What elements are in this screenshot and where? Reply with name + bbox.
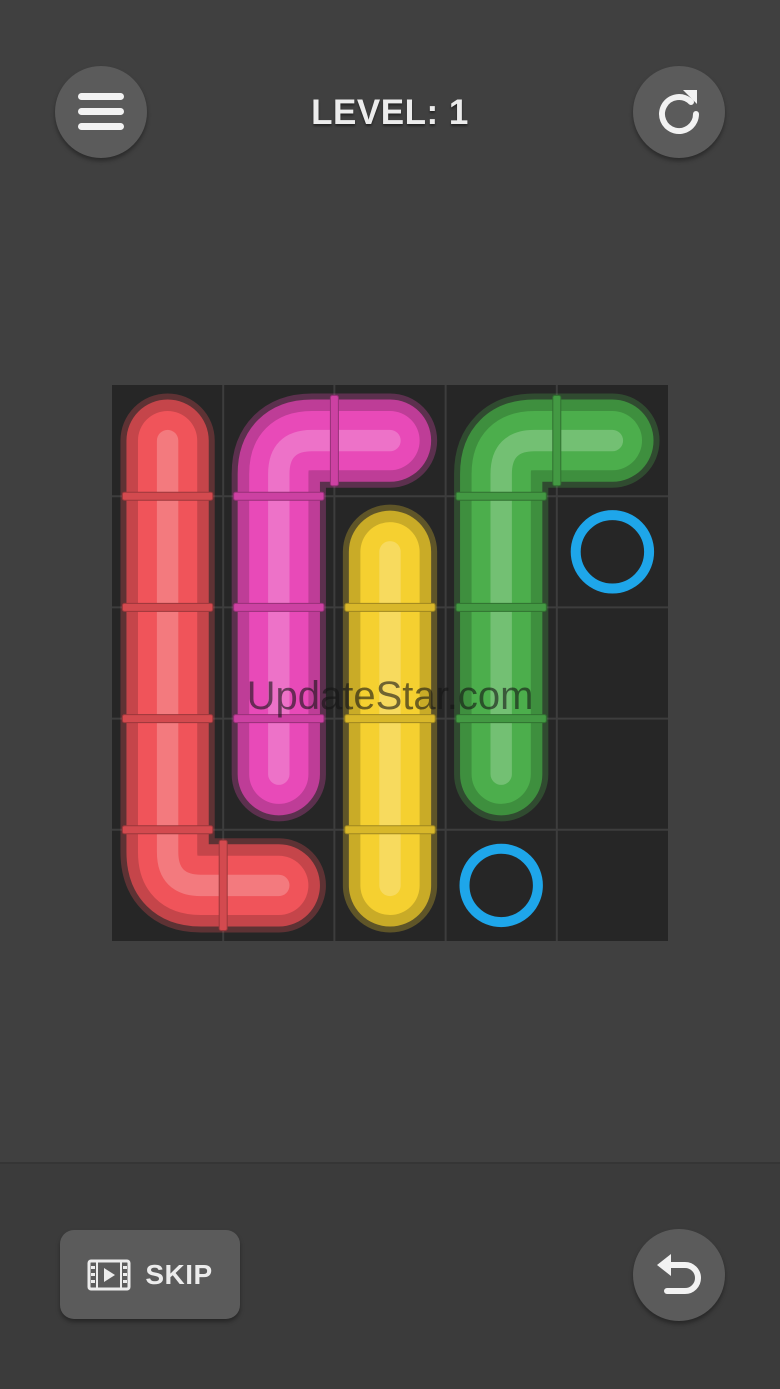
pipe-green-joint: [552, 394, 562, 487]
pipe-red-joint: [121, 714, 214, 724]
pipe-magenta-joint: [233, 491, 325, 501]
pipe-magenta-joint: [233, 714, 325, 724]
pipe-magenta-joint: [233, 602, 325, 612]
grid-cell[interactable]: [557, 607, 668, 718]
game-board[interactable]: [112, 385, 668, 941]
grid-cell[interactable]: [557, 719, 668, 830]
grid-cell[interactable]: [557, 830, 668, 941]
skip-level-button[interactable]: SKIP: [60, 1230, 240, 1319]
pipe-green-joint: [455, 714, 547, 724]
restart-icon: [659, 90, 699, 135]
pipe-green-joint: [455, 491, 547, 501]
pipe-red-joint: [121, 602, 214, 612]
pipe-red-joint: [218, 839, 228, 932]
pipe-red-joint: [121, 825, 214, 835]
pipe-yellow-joint: [344, 714, 436, 724]
skip-label: SKIP: [145, 1258, 213, 1290]
pipe-magenta-joint: [329, 394, 339, 487]
video-film-icon: [87, 1259, 131, 1290]
pipe-red-joint: [121, 491, 214, 501]
pipe-grid[interactable]: [112, 385, 668, 941]
undo-icon: [657, 1254, 701, 1294]
level-title: LEVEL: 1: [311, 93, 469, 132]
restart-button[interactable]: [633, 66, 725, 158]
pipe-yellow-joint: [344, 602, 436, 612]
pipe-yellow-joint: [344, 825, 436, 835]
menu-button[interactable]: [55, 66, 147, 158]
pipe-green-joint: [455, 602, 547, 612]
hamburger-menu-icon: [78, 93, 124, 130]
undo-button[interactable]: [633, 1229, 725, 1321]
